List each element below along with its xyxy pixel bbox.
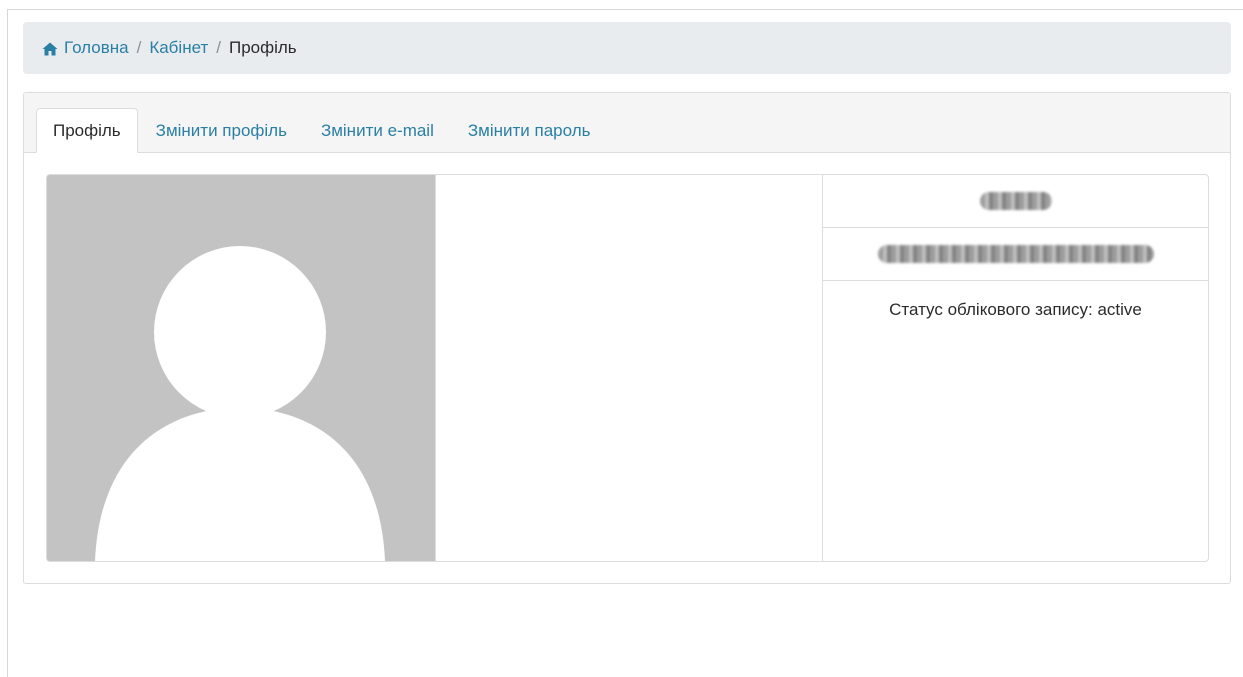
profile-name-redacted xyxy=(979,192,1052,210)
avatar xyxy=(47,175,435,561)
breadcrumb-separator: / xyxy=(136,38,142,57)
profile-tabs: Профіль Змінити профіль Змінити e-mail З… xyxy=(36,108,608,153)
breadcrumb-separator: / xyxy=(216,38,221,57)
breadcrumb: Головна / Кабінет / Профіль xyxy=(23,22,1231,74)
profile-grid: Статус облікового запису: active xyxy=(46,174,1209,562)
default-user-avatar-icon xyxy=(47,175,435,561)
profile-name-row xyxy=(823,175,1208,228)
account-status: Статус облікового запису: active xyxy=(889,300,1142,319)
tab-edit-profile[interactable]: Змінити профіль xyxy=(140,108,303,153)
profile-info: Статус облікового запису: active xyxy=(823,175,1208,561)
home-icon[interactable] xyxy=(42,41,58,56)
tab-change-password[interactable]: Змінити пароль xyxy=(452,108,607,153)
breadcrumb-cabinet-link[interactable]: Кабінет xyxy=(149,38,208,58)
breadcrumb-current: Профіль xyxy=(229,38,297,57)
profile-email-redacted xyxy=(877,245,1154,263)
profile-panel: Профіль Змінити профіль Змінити e-mail З… xyxy=(23,92,1231,584)
breadcrumb-home-link[interactable]: Головна xyxy=(64,38,129,58)
tab-profile[interactable]: Профіль xyxy=(36,108,138,153)
panel-header: Профіль Змінити профіль Змінити e-mail З… xyxy=(24,93,1230,153)
profile-email-row xyxy=(823,228,1208,281)
tab-change-email[interactable]: Змінити e-mail xyxy=(305,108,450,153)
profile-middle-cell xyxy=(435,175,823,561)
